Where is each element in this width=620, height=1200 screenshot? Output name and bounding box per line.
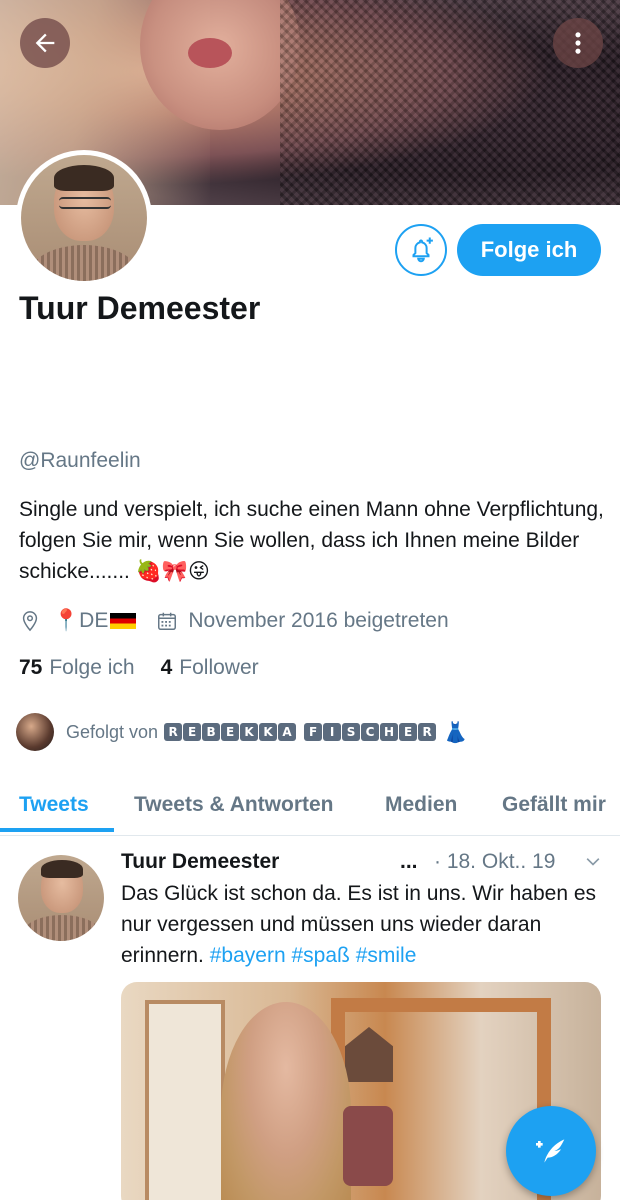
tab-likes[interactable]: Gefällt mir [502, 774, 606, 836]
followed-by-prefix: Gefolgt von [66, 721, 159, 742]
tweet-menu-button[interactable] [583, 852, 603, 878]
following-link[interactable]: 75 Folge ich [19, 656, 135, 680]
notifications-button[interactable] [395, 224, 447, 276]
followers-count: 4 [160, 656, 173, 679]
dress-emoji: 👗 [443, 721, 468, 744]
profile-avatar[interactable] [16, 150, 152, 286]
followers-link[interactable]: 4 Follower [161, 656, 259, 680]
tab-tweets-replies[interactable]: Tweets & Antworten [134, 774, 334, 836]
back-button[interactable] [20, 18, 70, 68]
followers-label: Follower [179, 656, 259, 679]
more-options-button[interactable] [553, 18, 603, 68]
chevron-down-icon [586, 858, 600, 866]
tweet-author[interactable]: Tuur Demeester [121, 850, 279, 874]
tweet-header: Tuur Demeester ... · 18. Okt.. 19 [121, 850, 611, 880]
arrow-left-icon [35, 33, 55, 53]
following-label: Folge ich [49, 656, 135, 679]
germany-flag-icon [110, 613, 137, 629]
profile-tabs: Tweets Tweets & Antworten Medien Gefällt… [0, 774, 620, 836]
tweet-date[interactable]: · 18. Okt.. 19 [434, 850, 555, 874]
tweet-text: Das Glück ist schon da. Es ist in uns. W… [121, 878, 611, 971]
tweet-avatar[interactable] [18, 855, 104, 941]
tab-tweets[interactable]: Tweets [19, 774, 89, 836]
following-count: 75 [19, 656, 43, 679]
tab-media[interactable]: Medien [385, 774, 457, 836]
more-vertical-icon [575, 32, 581, 54]
profile-handle: @Raunfeelin [19, 449, 141, 472]
compose-feather-icon [536, 1139, 565, 1163]
active-tab-indicator [0, 828, 114, 832]
profile-name: Tuur Demeester [19, 290, 261, 326]
profile-stats: 75 Folge ich 4 Follower [19, 656, 259, 680]
hashtag-link[interactable]: #spaß [291, 944, 349, 967]
calendar-icon [158, 612, 177, 630]
follow-button[interactable]: Folge ich [457, 224, 601, 276]
profile-location: 📍DE [53, 609, 109, 632]
hashtag-link[interactable]: #bayern [210, 944, 286, 967]
follower-name: REBEKKA FISCHER [164, 723, 437, 741]
followed-by-row[interactable]: Gefolgt von REBEKKA FISCHER 👗 [16, 712, 468, 752]
location-pin-icon [22, 611, 38, 632]
profile-meta: 📍DE November 2016 beigetreten [19, 606, 449, 636]
tweet-dots: ... [400, 850, 418, 873]
follower-avatar [16, 713, 54, 751]
compose-tweet-button[interactable] [506, 1106, 596, 1196]
hashtag-link[interactable]: #smile [356, 944, 417, 967]
profile-joined: November 2016 beigetreten [188, 609, 449, 632]
bell-plus-icon [412, 237, 433, 263]
profile-bio: Single und verspielt, ich suche einen Ma… [19, 498, 604, 583]
